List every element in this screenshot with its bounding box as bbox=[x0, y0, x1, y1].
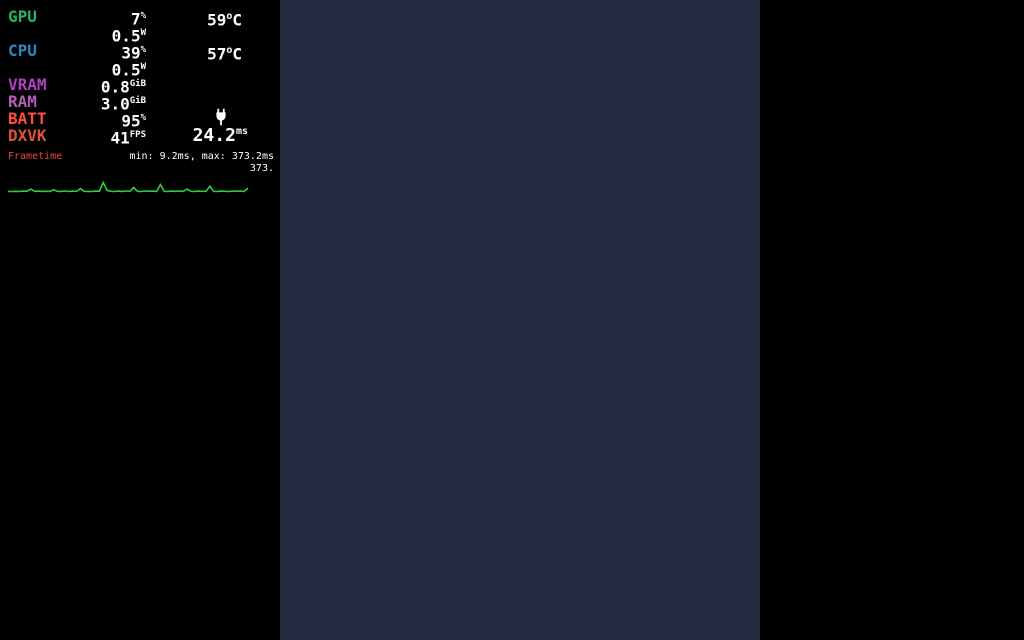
dxvk-fps-value: 41 bbox=[110, 128, 129, 147]
vram-row: VRAM 0.8GiB bbox=[8, 76, 278, 93]
frametime-header: Frametime min: 9.2ms, max: 373.2ms bbox=[8, 148, 278, 160]
dxvk-row: DXVK 41FPS 24.2ms bbox=[8, 127, 278, 144]
batt-unit: % bbox=[141, 113, 146, 123]
dxvk-fps: 41FPS bbox=[110, 127, 146, 146]
cpu-row: CPU 39% 57oC bbox=[8, 42, 278, 59]
batt-label: BATT bbox=[8, 110, 68, 127]
gpu-power-unit: W bbox=[141, 28, 146, 38]
frametime-max-label: 373. bbox=[250, 160, 274, 177]
cpu-power-unit: W bbox=[141, 62, 146, 72]
ram-label: RAM bbox=[8, 93, 68, 110]
cpu-power-row: 0.5W bbox=[8, 59, 278, 76]
performance-overlay: GPU 7% 59oC 0.5W CPU 39% 57oC 0.5W VRAM … bbox=[8, 8, 278, 193]
app-content-panel bbox=[280, 0, 760, 640]
frametime-graph bbox=[8, 171, 248, 193]
gpu-row: GPU 7% 59oC bbox=[8, 8, 278, 25]
ram-unit: GiB bbox=[130, 96, 146, 106]
gpu-usage-unit: % bbox=[141, 11, 146, 21]
dxvk-label: DXVK bbox=[8, 127, 68, 144]
dxvk-ms-value: 24.2 bbox=[193, 125, 236, 146]
gpu-power-row: 0.5W bbox=[8, 25, 278, 42]
ram-row: RAM 3.0GiB bbox=[8, 93, 278, 110]
vram-label: VRAM bbox=[8, 76, 68, 93]
gpu-label: GPU bbox=[8, 8, 68, 25]
cpu-label: CPU bbox=[8, 42, 68, 59]
frametime-max-row: 373. bbox=[8, 160, 278, 170]
vram-unit: GiB bbox=[130, 79, 146, 89]
dxvk-fps-unit: FPS bbox=[130, 130, 146, 140]
dxvk-ms: 24.2ms bbox=[193, 123, 248, 144]
dxvk-ms-unit: ms bbox=[236, 126, 248, 137]
cpu-usage-unit: % bbox=[141, 45, 146, 55]
